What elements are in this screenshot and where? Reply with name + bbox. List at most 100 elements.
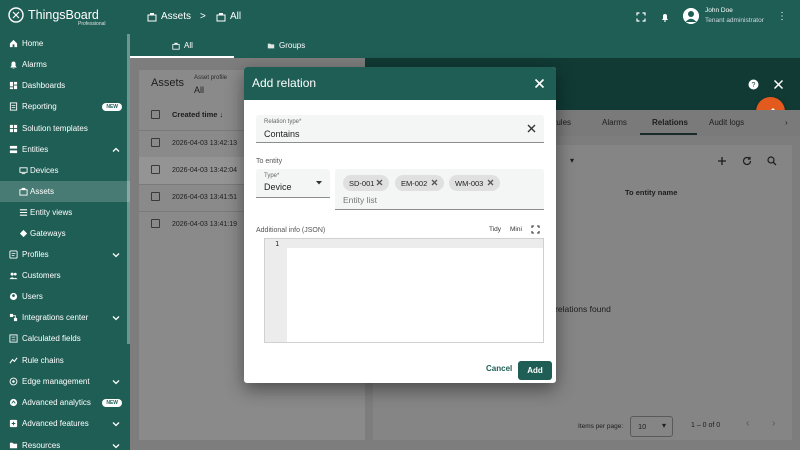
more-vert-icon[interactable]: ⋮ [777,11,787,22]
tab-groups[interactable]: Groups [267,41,305,50]
sidebar-item-label: Edge management [22,377,90,386]
to-entity-label: To entity [256,158,283,165]
entity-list-input[interactable]: Entity list [343,195,377,205]
row-checkbox[interactable] [151,192,160,201]
json-editor[interactable]: 1 [264,238,544,343]
avatar[interactable] [683,8,699,24]
resources-icon [8,441,18,450]
sidebar-item-assets[interactable]: Assets [0,181,130,202]
user-name: John Doe [705,7,733,14]
tab-relations[interactable]: Relations [652,118,688,127]
new-badge: NEW [102,398,122,407]
sidebar-item-label: Customers [22,271,61,280]
new-badge: NEW [102,102,122,111]
sidebar-item-edge-management[interactable]: Edge management [0,371,130,392]
dashboard-icon [8,81,18,91]
user-role: Tenant administrator [705,17,764,24]
add-relation-dialog: Add relation Relation type* Contains To … [244,67,556,383]
created-time-cell: 2026-04-03 13:42:13 [172,140,237,147]
tab-all[interactable]: All [172,41,193,50]
chevron-right-icon[interactable]: › [785,118,788,127]
top-bar: Assets > All John Doe Tenant administrat… [130,0,800,34]
breadcrumb-assets[interactable]: Assets [147,11,191,22]
gateway-icon [18,229,28,239]
tab-audit-logs[interactable]: Audit logs [709,118,744,127]
help-icon[interactable]: ? [748,79,759,90]
sidebar-item-alarms[interactable]: Alarms [0,54,130,75]
chevron-down-icon [112,420,120,428]
sidebar-item-label: Resources [22,441,61,450]
chevron-up-icon [112,146,120,154]
remove-chip-icon[interactable] [430,178,439,187]
rule-chains-icon [8,356,18,366]
items-per-page-select[interactable] [630,416,673,437]
mini-button[interactable]: Mini [510,226,522,233]
column-header-label: Created time [172,110,218,119]
sidebar-item-entities[interactable]: Entities [0,139,130,160]
row-checkbox[interactable] [151,165,160,174]
sidebar-item-advanced-analytics[interactable]: Advanced analytics NEW [0,392,130,413]
close-icon[interactable] [534,78,545,89]
breadcrumb-all: All [216,11,241,22]
cancel-button[interactable]: Cancel [486,364,512,373]
column-header-created-time[interactable]: Created time ↓ [172,110,223,119]
sidebar-item-profiles[interactable]: Profiles [0,244,130,265]
direction-select-arrow-icon[interactable]: ▾ [570,156,574,165]
row-checkbox[interactable] [151,138,160,147]
add-icon[interactable] [717,156,727,166]
fullscreen-icon[interactable] [531,225,540,234]
notifications-icon[interactable] [660,12,670,22]
additional-info-label: Additional info (JSON) [256,227,326,234]
sidebar-item-solution-templates[interactable]: Solution templates [0,118,130,139]
customers-icon [8,271,18,281]
sidebar-item-integrations-center[interactable]: Integrations center [0,307,130,328]
remove-chip-icon[interactable] [375,178,384,187]
clear-icon[interactable] [527,124,536,133]
select-all-checkbox[interactable] [151,110,160,119]
tidy-button[interactable]: Tidy [489,226,501,233]
sidebar-item-users[interactable]: Users [0,286,130,307]
sidebar-item-devices[interactable]: Devices [0,160,130,181]
chevron-down-icon [112,251,120,259]
bell-icon [8,60,18,70]
entity-chip: WM-003 [449,175,500,191]
add-button[interactable]: Add [518,361,552,380]
users-icon [8,292,18,302]
sidebar-item-label: Entities [22,145,49,154]
tab-alarms[interactable]: Alarms [602,118,627,127]
analytics-icon [8,398,18,408]
editor-active-line [287,239,543,248]
app-logo[interactable]: ThingsBoard Professional [8,6,126,30]
remove-chip-icon[interactable] [486,178,495,187]
chevron-down-icon: ▾ [662,421,667,430]
sidebar-item-label: Integrations center [22,313,89,322]
sidebar-item-label: Users [22,292,43,301]
sidebar-item-calculated-fields[interactable]: Calculated fields [0,328,130,349]
arrow-down-icon: ↓ [219,110,224,119]
editor-gutter [265,239,287,342]
sidebar-item-dashboards[interactable]: Dashboards [0,75,130,96]
sidebar-item-rule-chains[interactable]: Rule chains [0,350,130,371]
sidebar-item-customers[interactable]: Customers [0,265,130,286]
sidebar-item-reporting[interactable]: Reporting NEW [0,96,130,117]
sidebar: ThingsBoard Professional Home Alarms Das… [0,0,130,450]
report-icon [8,102,18,112]
features-icon [8,419,18,429]
assets-icon [147,12,157,21]
sidebar-item-home[interactable]: Home [0,33,130,54]
devices-icon [18,166,28,176]
prev-page-icon[interactable]: ‹ [746,418,749,429]
sidebar-item-gateways[interactable]: Gateways [0,223,130,244]
sidebar-item-entity-views[interactable]: Entity views [0,202,130,223]
next-page-icon[interactable]: › [772,418,775,429]
refresh-icon[interactable] [742,156,752,166]
close-icon[interactable] [773,79,784,90]
sidebar-item-advanced-features[interactable]: Advanced features [0,413,130,434]
search-icon[interactable] [767,156,777,166]
column-header-to-entity-name[interactable]: To entity name [625,188,677,197]
asset-profile-select[interactable]: All [194,85,204,95]
row-checkbox[interactable] [151,219,160,228]
sidebar-item-resources[interactable]: Resources [0,435,130,450]
fullscreen-icon[interactable] [636,12,646,22]
brand-edition: Professional [78,21,106,27]
